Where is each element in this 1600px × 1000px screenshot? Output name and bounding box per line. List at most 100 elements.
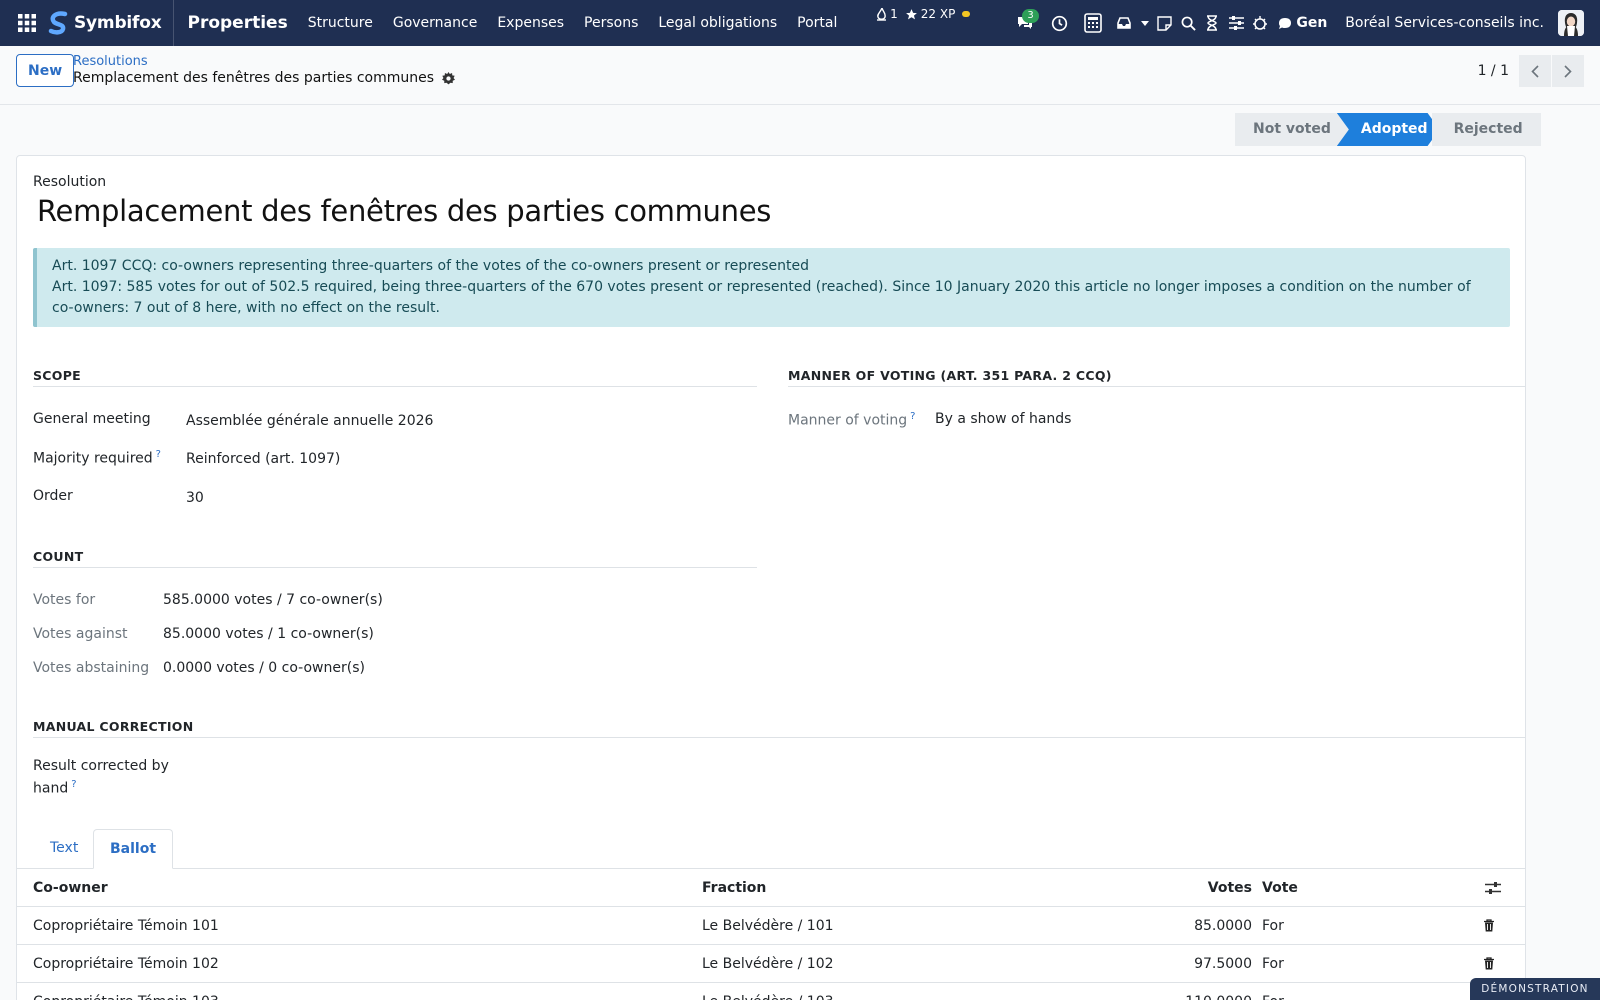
breadcrumb-current-record: Remplacement des fenêtres des parties co… (73, 70, 435, 86)
votes-for-value: 585.0000 votes / 7 co-owner(s) (163, 592, 383, 608)
new-button[interactable]: New (16, 54, 75, 87)
flame-icon (876, 7, 887, 21)
result-corrected-label-line2: hand (33, 780, 69, 797)
order-field[interactable]: 30 (186, 490, 204, 506)
user-avatar[interactable] (1558, 10, 1584, 36)
xp-progress-dot (962, 11, 971, 17)
manner-of-voting-label: Manner of voting? (788, 411, 915, 429)
sliders-icon[interactable] (1224, 0, 1248, 46)
menu-item-persons[interactable]: Persons (574, 15, 648, 31)
gear-icon[interactable] (442, 71, 456, 85)
chevron-left-icon (1531, 64, 1539, 78)
gamification-xp[interactable]: 1 22 XP (876, 7, 971, 21)
votes-abstaining-label: Votes abstaining (33, 660, 150, 676)
star-icon (905, 8, 918, 21)
company-switcher[interactable]: Boréal Services-conseils inc. (1345, 15, 1544, 31)
trash-icon[interactable] (1483, 919, 1495, 933)
messages-icon[interactable]: 3 (1008, 0, 1042, 46)
count-group-title: COUNT (33, 549, 757, 568)
tab-text[interactable]: Text (50, 829, 78, 869)
table-row[interactable]: Copropriétaire Témoin 101 Le Belvédère /… (17, 907, 1525, 945)
table-row[interactable]: Copropriétaire Témoin 103 Le Belvédère /… (17, 983, 1525, 1000)
cell-co-owner: Copropriétaire Témoin 101 (33, 918, 219, 934)
cell-votes: 97.5000 (1194, 956, 1252, 972)
column-header-vote[interactable]: Vote (1262, 869, 1298, 907)
manual-correction-group-title: MANUAL CORRECTION (33, 719, 1525, 738)
notebook-tabs: Text Ballot (17, 829, 1525, 869)
status-bar: Not voted Adopted Rejected (1235, 113, 1541, 146)
column-header-fraction[interactable]: Fraction (702, 869, 766, 907)
menu-item-structure[interactable]: Structure (298, 15, 383, 31)
help-icon[interactable]: ? (71, 779, 76, 790)
majority-required-label-text: Majority required (33, 450, 153, 467)
order-label: Order (33, 488, 73, 504)
result-corrected-label-line1: Result corrected by (33, 758, 169, 774)
menu-item-expenses[interactable]: Expenses (487, 15, 574, 31)
cell-vote: For (1262, 956, 1284, 972)
chat-bubble-icon (1278, 17, 1292, 30)
cell-fraction: Le Belvédère / 102 (702, 956, 834, 972)
hourglass-icon[interactable] (1200, 0, 1224, 46)
bug-icon[interactable] (1248, 0, 1272, 46)
trash-icon[interactable] (1483, 957, 1495, 971)
cell-vote: For (1262, 918, 1284, 934)
general-meeting-label: General meeting (33, 411, 151, 427)
cell-votes: 110.0000 (1117, 983, 1252, 1000)
result-corrected-label: hand? (33, 779, 77, 797)
form-sheet: Resolution Remplacement des fenêtres des… (16, 155, 1526, 1000)
inbox-icon[interactable] (1110, 0, 1138, 46)
pager: 1 / 1 (1478, 55, 1584, 87)
table-header-row: Co-owner Fraction Votes Vote (17, 869, 1525, 907)
menu-item-governance[interactable]: Governance (383, 15, 487, 31)
cell-co-owner: Copropriétaire Témoin 103 (33, 983, 219, 1000)
menu-item-portal[interactable]: Portal (787, 15, 847, 31)
systray: 1 22 XP 3 Gen Boréal Services-conseils i… (876, 0, 1600, 46)
apps-menu-icon[interactable] (6, 0, 48, 46)
status-rejected[interactable]: Rejected (1431, 113, 1541, 146)
calculator-icon[interactable] (1076, 0, 1110, 46)
gen-label: Gen (1296, 15, 1328, 31)
brand-logo-icon (48, 11, 70, 35)
chevron-right-icon (1564, 64, 1572, 78)
table-row[interactable]: Copropriétaire Témoin 102 Le Belvédère /… (17, 945, 1525, 983)
app-title[interactable]: Properties (187, 13, 287, 33)
record-type-label: Resolution (33, 174, 107, 190)
pager-next-button[interactable] (1552, 55, 1584, 87)
xp-value: 22 XP (920, 7, 956, 21)
majority-required-field[interactable]: Reinforced (art. 1097) (186, 451, 340, 467)
column-header-co-owner[interactable]: Co-owner (33, 869, 108, 907)
cell-vote: For (1262, 983, 1284, 1000)
sticky-note-icon[interactable] (1152, 0, 1176, 46)
votes-against-value: 85.0000 votes / 1 co-owner(s) (163, 626, 374, 642)
pager-value[interactable]: 1 / 1 (1478, 63, 1509, 79)
gen-chat-button[interactable]: Gen (1278, 15, 1327, 31)
brand[interactable]: Symbifox (48, 0, 175, 46)
chevron-down-icon[interactable] (1138, 0, 1152, 46)
optional-columns-sliders-icon[interactable] (1485, 881, 1501, 895)
manner-of-voting-field: By a show of hands (935, 411, 1072, 427)
page-title[interactable]: Remplacement des fenêtres des parties co… (37, 194, 771, 228)
activity-clock-icon[interactable] (1042, 0, 1076, 46)
tab-ballot[interactable]: Ballot (93, 829, 174, 869)
help-icon[interactable]: ? (156, 449, 161, 460)
search-icon[interactable] (1176, 0, 1200, 46)
votes-for-label: Votes for (33, 592, 96, 608)
scope-group-title: SCOPE (33, 368, 757, 387)
breadcrumb: Remplacement des fenêtres des parties co… (73, 70, 456, 86)
streak-count: 1 (890, 7, 898, 21)
cell-votes: 85.0000 (1194, 918, 1252, 934)
breadcrumb-resolutions-link[interactable]: Resolutions (73, 54, 148, 69)
general-meeting-field[interactable]: Assemblée générale annuelle 2026 (186, 413, 433, 429)
demo-ribbon: DÉMONSTRATION (1470, 978, 1600, 1000)
pager-previous-button[interactable] (1519, 55, 1551, 87)
majority-required-label: Majority required? (33, 449, 161, 467)
status-not-voted[interactable]: Not voted (1235, 113, 1349, 146)
status-adopted[interactable]: Adopted (1337, 113, 1440, 146)
column-header-votes[interactable]: Votes (1117, 869, 1252, 907)
menu-item-legal-obligations[interactable]: Legal obligations (648, 15, 787, 31)
cell-fraction: Le Belvédère / 103 (702, 983, 834, 1000)
help-icon[interactable]: ? (910, 411, 915, 422)
cell-co-owner: Copropriétaire Témoin 102 (33, 956, 219, 972)
control-panel: New Resolutions Remplacement des fenêtre… (0, 46, 1600, 105)
votes-abstaining-value: 0.0000 votes / 0 co-owner(s) (163, 660, 365, 676)
